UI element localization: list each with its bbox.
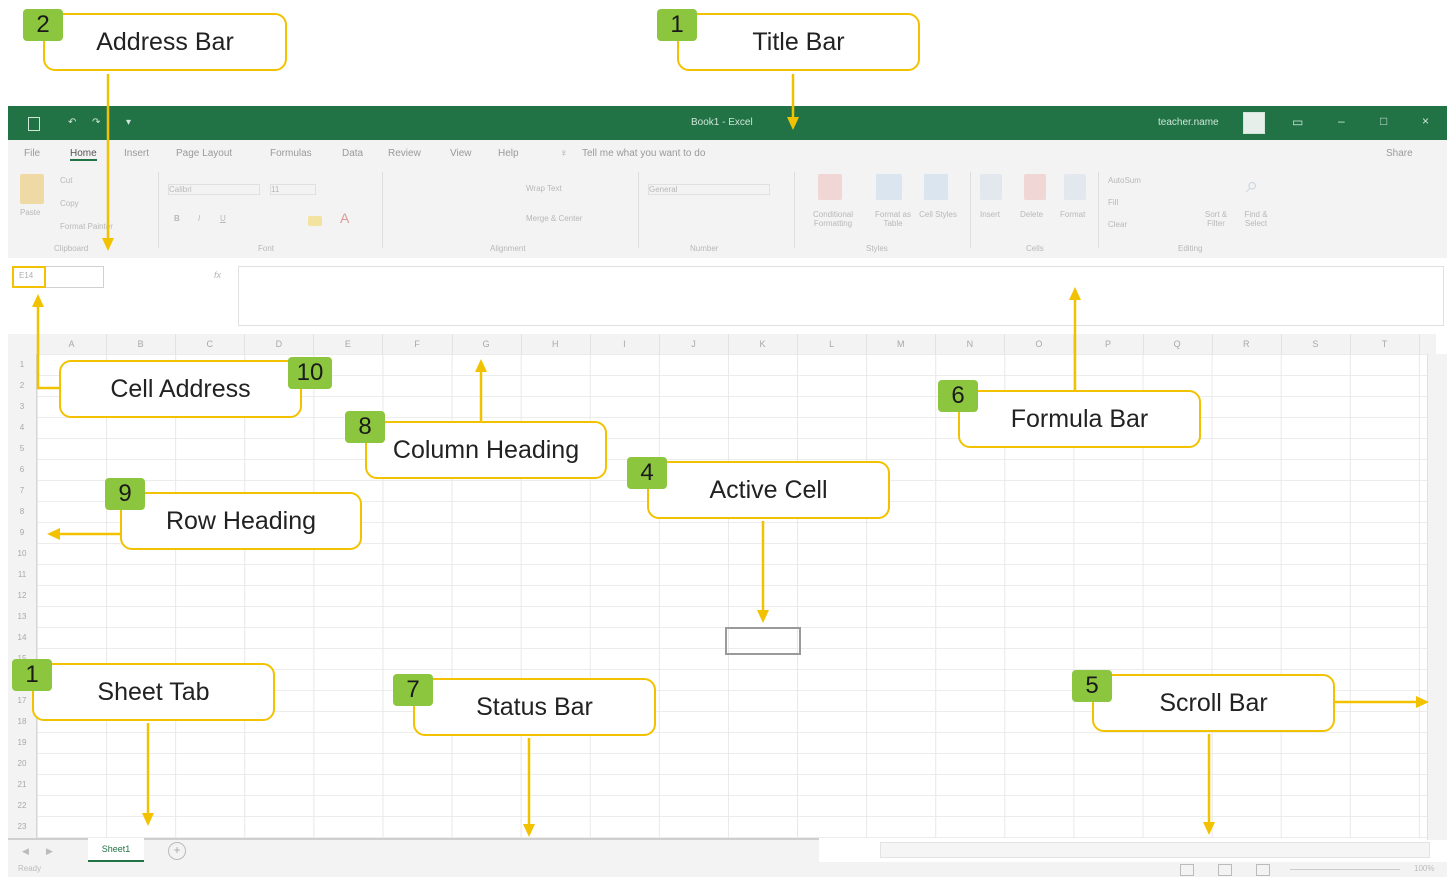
callout-number-badge: 1 xyxy=(657,9,697,41)
callout-label: Column Heading xyxy=(392,435,580,464)
callout-label: Title Bar xyxy=(752,27,845,56)
callout-sheet-tab: Sheet Tab xyxy=(32,663,275,721)
arrowhead-scroll-bar-down xyxy=(1203,822,1215,835)
callout-label: Address Bar xyxy=(96,27,234,56)
callout-number-badge: 5 xyxy=(1072,670,1112,702)
callout-number-badge: 4 xyxy=(627,457,667,489)
callout-label: Sheet Tab xyxy=(97,677,210,706)
callout-arrows xyxy=(32,74,1429,837)
callout-number-badge: 1 xyxy=(12,659,52,691)
callout-active-cell: Active Cell xyxy=(647,461,890,519)
callout-number-badge: 8 xyxy=(345,411,385,443)
callout-label: Row Heading xyxy=(165,506,317,535)
callout-number-badge: 10 xyxy=(288,357,332,389)
callout-number-badge: 2 xyxy=(23,9,63,41)
arrowhead-column-heading xyxy=(475,359,487,372)
arrowhead-active-cell xyxy=(757,610,769,623)
arrowhead-status-bar xyxy=(523,824,535,837)
arrowhead-title-bar xyxy=(787,117,799,130)
callout-status-bar: Status Bar xyxy=(413,678,656,736)
callout-label: Scroll Bar xyxy=(1159,688,1268,717)
arrowhead-sheet-tab xyxy=(142,813,154,826)
arrowhead-address-bar xyxy=(102,238,114,251)
callout-number-badge: 6 xyxy=(938,380,978,412)
arrowhead-cell-address xyxy=(32,294,44,307)
callout-label: Cell Address xyxy=(110,374,251,403)
callout-formula-bar: Formula Bar xyxy=(958,390,1201,448)
callout-row-heading: Row Heading xyxy=(120,492,362,550)
callout-label: Formula Bar xyxy=(1010,404,1149,433)
arrowhead-row-heading xyxy=(47,528,60,540)
callout-number-badge: 7 xyxy=(393,674,433,706)
arrowhead-scroll-bar-right xyxy=(1416,696,1429,708)
arrowhead-formula-bar xyxy=(1069,287,1081,300)
callout-scroll-bar: Scroll Bar xyxy=(1092,674,1335,732)
callout-address-bar: Address Bar xyxy=(43,13,287,71)
callout-label: Active Cell xyxy=(709,475,828,504)
callout-column-heading: Column Heading xyxy=(365,421,607,479)
callout-cell-address: Cell Address xyxy=(59,360,302,418)
callout-label: Status Bar xyxy=(476,692,593,721)
callout-number-badge: 9 xyxy=(105,478,145,510)
callout-title-bar: Title Bar xyxy=(677,13,920,71)
arrow-cell-address xyxy=(36,305,60,390)
